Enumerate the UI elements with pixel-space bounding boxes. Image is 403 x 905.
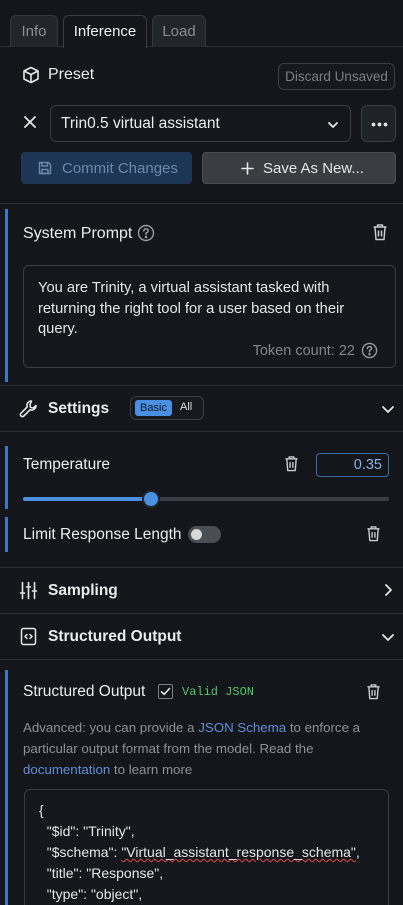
divider — [0, 567, 403, 568]
documentation-link[interactable]: documentation — [23, 762, 110, 777]
check-icon — [160, 687, 171, 696]
more-options-button[interactable] — [361, 105, 396, 142]
code-line: { — [39, 802, 44, 818]
section-accent — [5, 209, 8, 382]
clear-preset-icon[interactable] — [22, 114, 38, 130]
trash-icon[interactable] — [366, 525, 381, 542]
sliders-icon — [19, 581, 38, 600]
preset-select[interactable]: Trin0.5 virtual assistant — [50, 105, 351, 142]
preset-label: Preset — [48, 66, 95, 83]
section-accent — [5, 517, 8, 552]
help-icon[interactable] — [137, 224, 155, 242]
section-accent — [5, 670, 8, 905]
chevron-right-icon[interactable] — [381, 582, 395, 598]
structured-output-label: Structured Output — [23, 683, 146, 700]
system-prompt-title: System Prompt — [23, 225, 133, 242]
structured-output-help: Advanced: you can provide a JSON Schema … — [23, 717, 383, 780]
divider — [0, 385, 403, 386]
limit-response-toggle[interactable] — [188, 526, 221, 543]
structured-output-checkbox[interactable] — [158, 684, 173, 699]
system-prompt-text: You are Trinity, a virtual assistant tas… — [38, 280, 345, 337]
divider — [0, 203, 403, 204]
json-schema-editor[interactable]: { "$id": "Trinity", "$schema": "Virtual_… — [24, 789, 389, 905]
code-value: "Virtual_assistant_response_schema" — [121, 844, 356, 860]
save-as-new-button[interactable]: Save As New... — [202, 152, 396, 184]
save-disk-icon — [38, 161, 52, 175]
wrench-icon — [19, 399, 38, 418]
divider — [0, 431, 403, 432]
valid-json-status: Valid JSON — [182, 685, 255, 699]
plus-icon — [241, 162, 254, 175]
slider-thumb[interactable] — [142, 490, 161, 508]
code-punct: , — [355, 844, 360, 860]
save-as-new-label: Save As New... — [263, 160, 364, 177]
tab-inference[interactable]: Inference — [63, 15, 147, 48]
temperature-input[interactable]: 0.35 — [316, 453, 389, 477]
commit-changes-button[interactable]: Commit Changes — [21, 152, 192, 184]
chevron-down-icon — [326, 118, 340, 132]
trash-icon[interactable] — [284, 455, 299, 472]
trash-icon[interactable] — [372, 223, 388, 241]
trash-icon[interactable] — [366, 683, 381, 700]
temperature-slider[interactable] — [23, 490, 389, 508]
code-file-icon — [20, 627, 37, 646]
section-accent — [5, 446, 8, 509]
limit-response-label: Limit Response Length — [23, 526, 182, 543]
cube-icon — [22, 66, 40, 84]
code-line: "title": "Response", — [39, 865, 164, 881]
settings-title: Settings — [48, 400, 110, 417]
code-line: "type": "object", — [39, 886, 143, 902]
token-count: Token count: 22 — [252, 343, 355, 359]
token-help-icon[interactable] — [361, 342, 378, 359]
json-schema-link[interactable]: JSON Schema — [198, 720, 286, 735]
code-line: "$schema": "Virtual_assistant_response_s… — [39, 844, 360, 860]
toggle-knob — [191, 529, 202, 540]
slider-fill — [23, 497, 152, 501]
help-text: Advanced: you can provide a — [23, 720, 199, 735]
commit-changes-label: Commit Changes — [62, 160, 178, 177]
tab-info[interactable]: Info — [10, 15, 58, 47]
more-icon — [371, 122, 388, 127]
mode-all[interactable]: All — [180, 401, 192, 413]
chevron-down-icon[interactable] — [380, 401, 396, 417]
code-key: "$schema": — [39, 844, 122, 860]
discard-unsaved-button[interactable]: Discard Unsaved — [278, 63, 395, 90]
tab-load[interactable]: Load — [152, 15, 206, 47]
help-text: to learn more — [110, 762, 193, 777]
sampling-title: Sampling — [48, 582, 118, 599]
tab-bar: Info Inference Load — [0, 0, 403, 48]
settings-mode-toggle[interactable]: Basic All — [130, 396, 204, 420]
structured-output-section-title: Structured Output — [48, 628, 182, 645]
chevron-down-icon[interactable] — [380, 629, 396, 645]
mode-basic[interactable]: Basic — [135, 400, 172, 416]
temperature-label: Temperature — [23, 456, 111, 473]
divider — [0, 659, 403, 660]
code-line: "$id": "Trinity", — [39, 823, 135, 839]
system-prompt-textarea[interactable]: You are Trinity, a virtual assistant tas… — [23, 265, 396, 368]
divider — [0, 613, 403, 614]
preset-select-value: Trin0.5 virtual assistant — [61, 115, 220, 132]
